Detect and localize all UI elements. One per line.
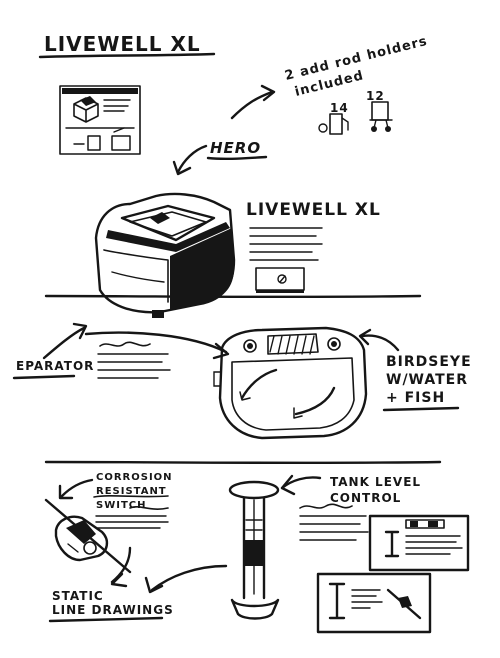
svg-text:CONTROL: CONTROL bbox=[330, 491, 401, 505]
layout-thumbnail bbox=[59, 85, 141, 155]
livewell-hero-illustration bbox=[94, 192, 236, 318]
birdseye-illustration bbox=[213, 326, 368, 440]
svg-text:EPARATOR: EPARATOR bbox=[16, 359, 94, 373]
svg-text:SWITCH: SWITCH bbox=[96, 500, 146, 511]
section-divider-bottom bbox=[44, 460, 442, 465]
birdseye-label: BIRDSEYE W/WATER + FISH bbox=[358, 328, 472, 412]
svg-text:LINE DRAWINGS: LINE DRAWINGS bbox=[52, 603, 174, 617]
svg-text:W/WATER: W/WATER bbox=[386, 372, 468, 388]
corrosion-switch-label: CORROSION RESISTANT SWITCH bbox=[58, 472, 173, 529]
svg-text:+ FISH: + FISH bbox=[386, 390, 445, 406]
svg-text:12: 12 bbox=[366, 89, 385, 103]
separator-label: EPARATOR bbox=[12, 322, 94, 380]
hero-label: HERO bbox=[172, 139, 268, 176]
svg-text:STATIC: STATIC bbox=[52, 589, 104, 603]
product-copy-block: LIVEWELL XL bbox=[246, 200, 381, 293]
svg-text:BIRDSEYE: BIRDSEYE bbox=[386, 354, 472, 370]
wireframe-box-right-2 bbox=[316, 572, 432, 634]
wireframe-box-right-1 bbox=[368, 514, 470, 572]
rod-holder-note: 2 add rod holders included 14 12 bbox=[230, 34, 429, 135]
separator-copy-block bbox=[84, 331, 230, 379]
wireframe-sketch: LIVEWELL XL 2 add rod holders included 1… bbox=[12, 32, 472, 634]
svg-text:LIVEWELL XL: LIVEWELL XL bbox=[44, 32, 201, 56]
tank-level-illustration bbox=[228, 480, 280, 620]
svg-text:HERO: HERO bbox=[210, 139, 261, 157]
svg-text:CORROSION: CORROSION bbox=[96, 472, 173, 483]
tank-level-label: TANK LEVEL CONTROL bbox=[280, 474, 421, 541]
svg-text:LIVEWELL XL: LIVEWELL XL bbox=[246, 200, 381, 220]
section-divider-top bbox=[44, 294, 422, 299]
page-title: LIVEWELL XL bbox=[38, 32, 216, 59]
svg-text:14: 14 bbox=[330, 101, 349, 115]
svg-text:TANK LEVEL: TANK LEVEL bbox=[330, 475, 421, 489]
